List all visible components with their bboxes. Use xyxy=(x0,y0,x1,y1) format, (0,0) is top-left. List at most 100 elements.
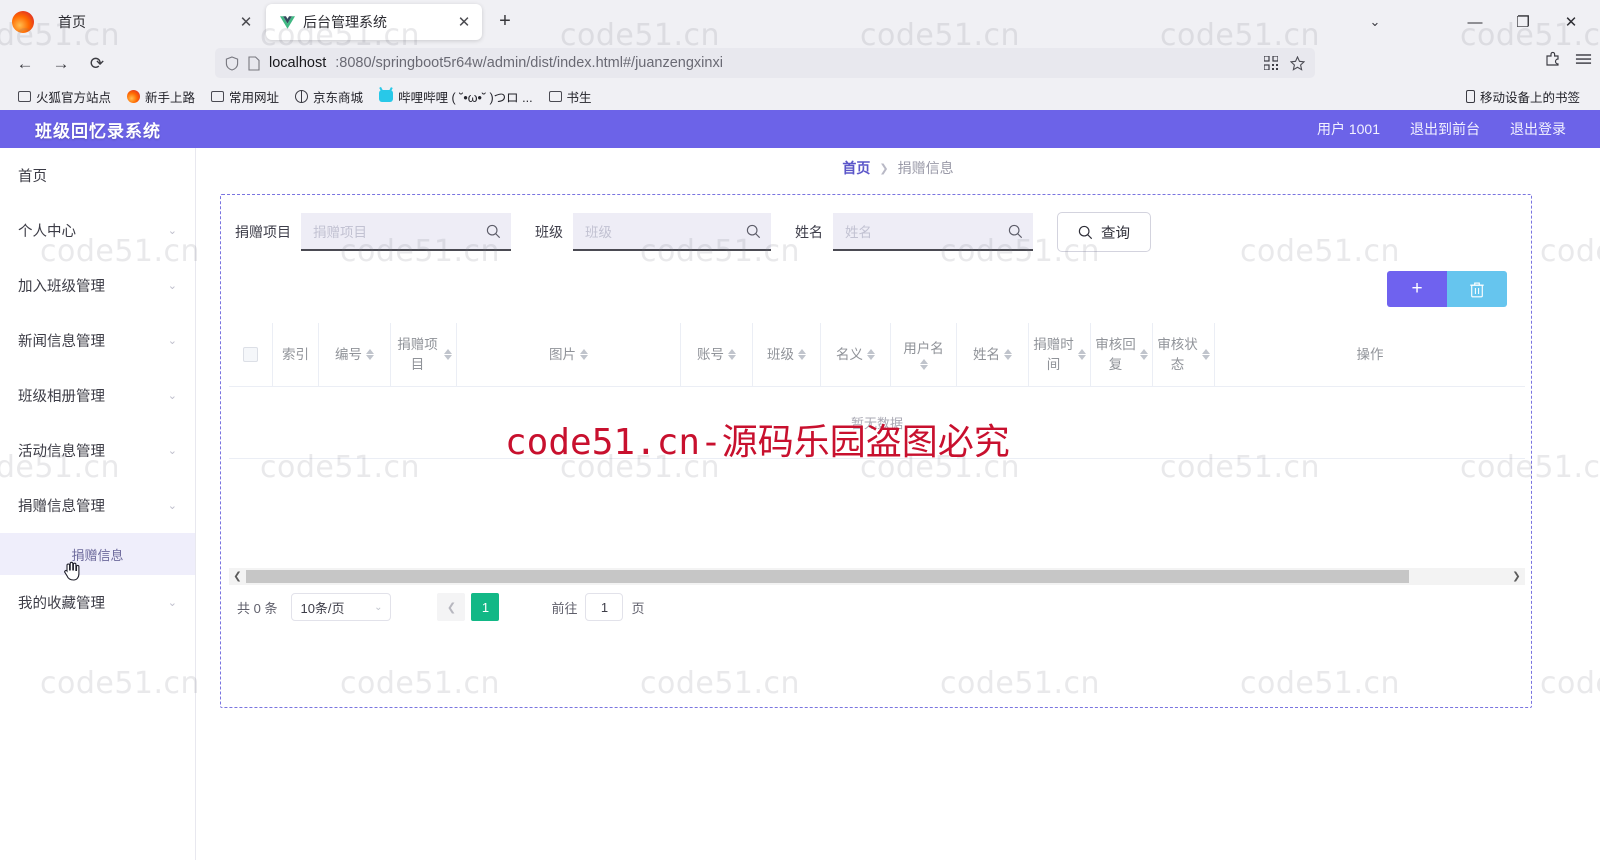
table-header-donation-time[interactable]: 捐赠时间 xyxy=(1029,323,1091,386)
browser-tab-admin[interactable]: 后台管理系统 ✕ xyxy=(266,4,482,40)
table-header-image[interactable]: 图片 xyxy=(457,323,681,386)
sort-icon[interactable] xyxy=(1078,349,1086,360)
sidebar-item-personal-center[interactable]: 个人中心 ⌄ xyxy=(0,203,195,258)
delete-button[interactable] xyxy=(1447,271,1507,307)
sort-icon[interactable] xyxy=(728,349,736,360)
bookmark-item-mobile[interactable]: 移动设备上的书签 xyxy=(1458,84,1588,109)
new-tab-button[interactable]: + xyxy=(494,11,516,33)
minimize-icon[interactable]: — xyxy=(1452,0,1498,44)
search-label-name: 姓名 xyxy=(795,224,823,240)
search-input-project[interactable]: 捐赠项目 xyxy=(301,213,511,251)
sort-icon[interactable] xyxy=(919,358,928,370)
checkbox-icon[interactable] xyxy=(243,347,258,362)
globe-icon xyxy=(295,89,309,103)
sidebar: 首页 个人中心 ⌄ 加入班级管理 ⌄ 新闻信息管理 ⌄ 班级相册管理 ⌄ 活动信… xyxy=(0,148,196,860)
scroll-right-icon[interactable]: ❯ xyxy=(1508,568,1525,585)
table-header-name[interactable]: 姓名 xyxy=(957,323,1029,386)
logout-button[interactable]: 退出登录 xyxy=(1510,119,1566,139)
add-button[interactable]: + xyxy=(1387,271,1447,307)
close-icon[interactable]: ✕ xyxy=(238,13,254,31)
page-icon xyxy=(248,55,260,71)
toolbar-right xyxy=(1545,51,1592,67)
sidebar-item-favorites[interactable]: 我的收藏管理 ⌄ xyxy=(0,575,195,630)
table-horizontal-scrollbar[interactable]: ❮ ❯ xyxy=(229,568,1525,585)
table-header-username[interactable]: 用户名 xyxy=(891,323,957,386)
bookmark-item-jd[interactable]: 京东商城 xyxy=(287,84,371,109)
bookmark-star-icon[interactable] xyxy=(1290,55,1305,71)
search-input-name[interactable]: 姓名 xyxy=(833,213,1033,251)
close-icon[interactable]: ✕ xyxy=(456,13,472,31)
table-header-number[interactable]: 编号 xyxy=(319,323,391,386)
shield-icon xyxy=(225,55,239,71)
query-button[interactable]: 查询 xyxy=(1057,212,1151,252)
scrollbar-track[interactable] xyxy=(1409,568,1508,585)
sort-icon[interactable] xyxy=(1202,349,1210,360)
sidebar-item-label: 班级相册管理 xyxy=(18,389,105,405)
table-header-review-status[interactable]: 审核状态 xyxy=(1153,323,1215,386)
search-icon[interactable] xyxy=(746,224,761,239)
sidebar-subitem-donation-info[interactable]: 捐赠信息 xyxy=(0,533,195,581)
scroll-left-icon[interactable]: ❮ xyxy=(229,568,246,585)
sort-icon[interactable] xyxy=(1140,349,1148,360)
folder-icon xyxy=(18,90,31,102)
table-header-label: 操作 xyxy=(1356,346,1384,362)
sidebar-item-album[interactable]: 班级相册管理 ⌄ xyxy=(0,368,195,423)
qr-code-icon[interactable] xyxy=(1264,56,1278,70)
sort-icon[interactable] xyxy=(580,349,588,360)
table-header-in-name-of[interactable]: 名义 xyxy=(821,323,891,386)
sidebar-item-news[interactable]: 新闻信息管理 ⌄ xyxy=(0,313,195,368)
browser-tab-label: 首页 xyxy=(58,14,86,30)
pagination-prev-button[interactable]: ❮ xyxy=(437,593,466,621)
menu-hamburger-icon[interactable] xyxy=(1575,52,1592,66)
sidebar-item-donation[interactable]: 捐赠信息管理 ⌄ xyxy=(0,478,195,533)
app-brand-title: 班级回忆录系统 xyxy=(35,121,161,141)
browser-tab-home[interactable]: 首页 ✕ xyxy=(44,4,264,40)
sidebar-item-join-class[interactable]: 加入班级管理 ⌄ xyxy=(0,258,195,313)
app-top-nav: 用户 1001 退出到前台 退出登录 xyxy=(1317,119,1600,139)
table-header-select-all[interactable] xyxy=(229,323,273,386)
reload-icon[interactable]: ⟳ xyxy=(84,51,110,77)
search-icon[interactable] xyxy=(1008,224,1023,239)
bookmark-label: 常用网址 xyxy=(229,90,280,105)
query-button-label: 查询 xyxy=(1101,225,1130,242)
breadcrumb-home[interactable]: 首页 xyxy=(842,158,870,178)
sort-icon[interactable] xyxy=(1004,349,1012,360)
search-icon[interactable] xyxy=(486,224,501,239)
sort-icon[interactable] xyxy=(366,349,374,360)
sort-icon[interactable] xyxy=(444,349,452,360)
chevron-down-icon: ⌄ xyxy=(167,390,177,402)
sidebar-item-home[interactable]: 首页 xyxy=(0,148,195,203)
bookmark-item-firefox-official[interactable]: 火狐官方站点 xyxy=(10,84,119,109)
pagination-page-1[interactable]: 1 xyxy=(471,593,500,621)
search-input-class[interactable]: 班级 xyxy=(573,213,771,251)
pagination-jump-input[interactable]: 1 xyxy=(585,593,624,621)
tab-list-chevron-down-icon[interactable]: ⌄ xyxy=(1358,0,1392,44)
search-form: 捐赠项目 捐赠项目 班级 班级 姓名 姓名 查询 xyxy=(221,201,1151,263)
sort-icon[interactable] xyxy=(798,349,806,360)
address-bar[interactable]: localhost:8080/springboot5r64w/admin/dis… xyxy=(215,48,1315,78)
table-header-label: 索引 xyxy=(282,346,309,362)
table-header-review-reply[interactable]: 审核回复 xyxy=(1091,323,1153,386)
extensions-icon[interactable] xyxy=(1545,51,1561,67)
bookmark-item-getting-started[interactable]: 新手上路 xyxy=(119,84,203,109)
search-label-class: 班级 xyxy=(535,224,563,240)
table-header-donation-project[interactable]: 捐赠项目 xyxy=(391,323,457,386)
scrollbar-thumb[interactable] xyxy=(246,570,1409,583)
chevron-down-icon: ⌄ xyxy=(167,445,177,457)
bookmark-label: 火狐官方站点 xyxy=(36,90,112,105)
table-header-class[interactable]: 班级 xyxy=(753,323,821,386)
page-size-select[interactable]: 10条/页 ⌄ xyxy=(291,593,392,621)
bookmark-item-common-sites[interactable]: 常用网址 xyxy=(203,84,287,109)
forward-icon[interactable]: → xyxy=(48,51,74,77)
sidebar-item-activity[interactable]: 活动信息管理 ⌄ xyxy=(0,423,195,478)
exit-to-front-button[interactable]: 退出到前台 xyxy=(1410,119,1480,139)
maximize-icon[interactable]: ❐ xyxy=(1500,0,1546,44)
bookmark-item-shusheng[interactable]: 书生 xyxy=(541,84,600,109)
window-close-icon[interactable]: ✕ xyxy=(1548,0,1594,44)
table-header-account[interactable]: 账号 xyxy=(681,323,753,386)
table-header-row: 索引 编号 捐赠项目 图片 账号 班级 名义 用户名 姓名 捐赠时间 审核回复 … xyxy=(229,323,1525,387)
sort-icon[interactable] xyxy=(867,349,875,360)
table-header-label: 捐赠项目 xyxy=(397,336,438,372)
back-icon[interactable]: ← xyxy=(12,51,38,77)
bookmark-item-bilibili[interactable]: 哔哩哔哩 ( ˘•ω•˘ )つロ ... xyxy=(371,84,540,109)
